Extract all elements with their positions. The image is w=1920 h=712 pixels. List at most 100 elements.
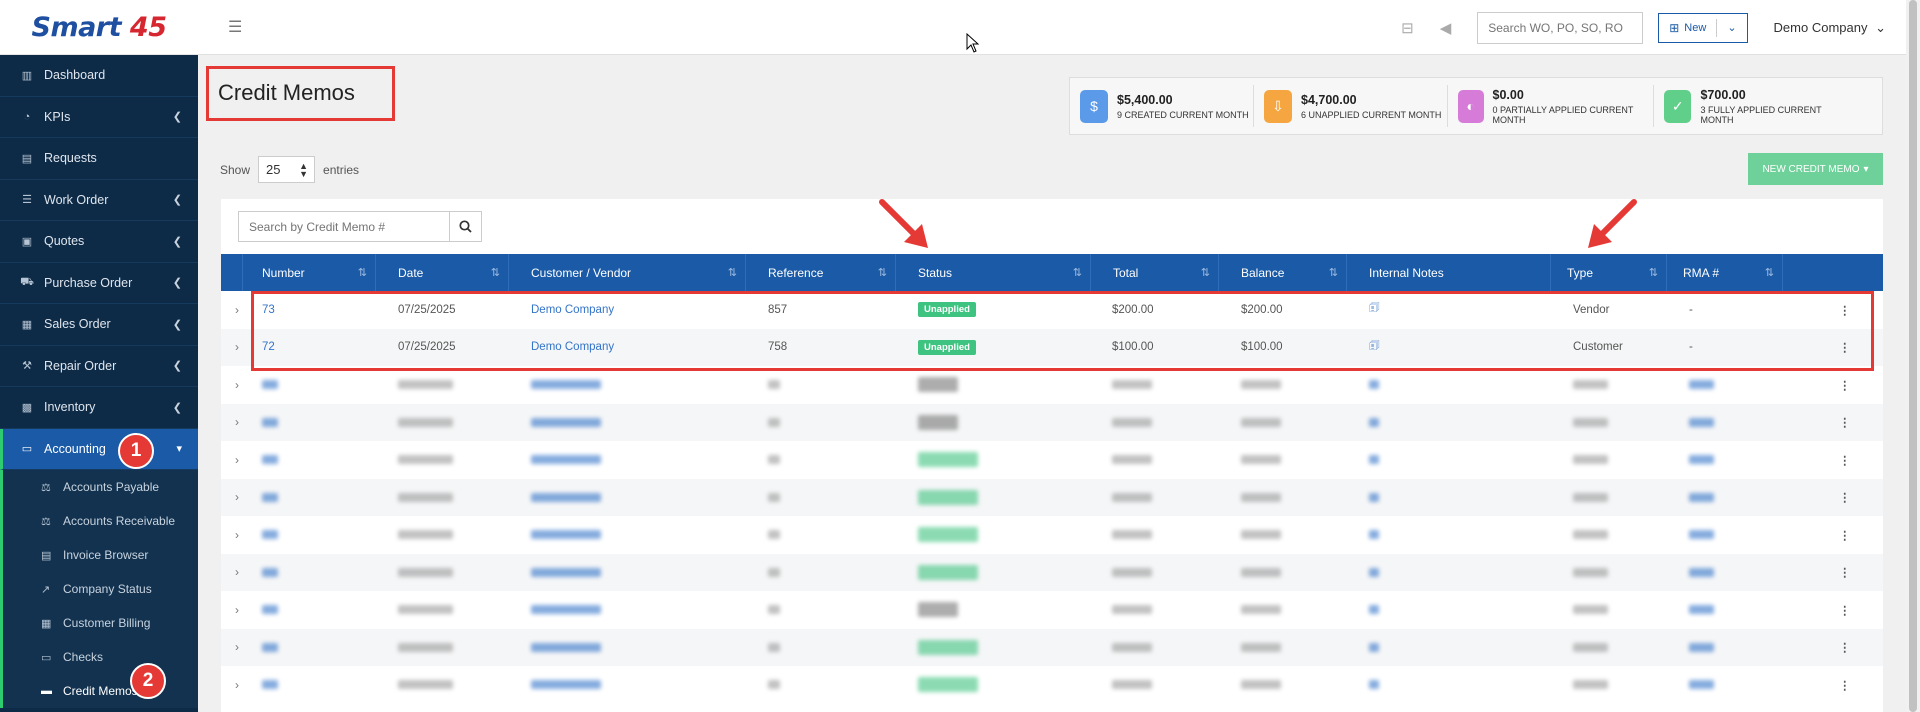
accounting-submenu: ⚖ Accounts Payable ⚖ Accounts Receivable ▤… xyxy=(0,470,198,708)
chevron-left-icon: ❮ xyxy=(172,194,182,207)
topbar: ☰ ⊟ ◀ ⊞ New ⌄ Demo Company ⌄ xyxy=(198,0,1906,55)
new-credit-memo-button[interactable]: NEW CREDIT MEMO ▾ xyxy=(1748,153,1883,185)
chevron-left-icon: ❮ xyxy=(172,111,182,124)
sidebar-item-inventory[interactable]: ▩ Inventory ❮ xyxy=(0,387,198,429)
cart-icon: ⛟ xyxy=(20,275,34,288)
row-actions-icon[interactable]: ⋮ xyxy=(1839,666,1851,704)
sidebar-item-quotes[interactable]: ▣ Quotes ❮ xyxy=(0,221,198,263)
sidebar-item-sales-order[interactable]: ▦ Sales Order ❮ xyxy=(0,304,198,346)
chevron-left-icon: ❮ xyxy=(172,360,182,373)
sidebar: Smart 45 ▥ Dashboard ◔ KPIs ❮ ▤ Requests ☰ Wo… xyxy=(0,0,198,712)
sidebar-item-accounting[interactable]: ▭ Accounting ▾ xyxy=(0,428,198,470)
table-row-obscured[interactable]: › ⋮ xyxy=(221,478,1883,517)
column-customer-vendor[interactable]: Customer / Vendor ⇅ xyxy=(509,254,746,291)
grid-icon: ▦ xyxy=(41,617,52,630)
clipboard-icon: ▣ xyxy=(21,235,33,248)
expand-row-icon[interactable]: › xyxy=(235,441,239,479)
column-number[interactable]: Number ⇅ xyxy=(243,254,376,291)
expand-row-icon[interactable]: › xyxy=(235,554,239,592)
invoice-icon: ▤ xyxy=(41,549,52,562)
chevron-down-icon: ⌄ xyxy=(1727,22,1737,34)
expand-row-icon[interactable]: › xyxy=(235,516,239,554)
row-actions-icon[interactable]: ⋮ xyxy=(1839,366,1851,404)
sidebar-item-dashboard[interactable]: ▥ Dashboard xyxy=(0,55,198,97)
table-row-obscured[interactable]: › ⋮ xyxy=(221,441,1883,479)
column-balance[interactable]: Balance ⇅ xyxy=(1219,254,1347,291)
hamburger-menu-icon[interactable]: ☰ xyxy=(228,17,242,37)
trend-icon: ↗ xyxy=(41,583,51,596)
sidebar-item-purchase-order[interactable]: ⛟ Purchase Order ❮ xyxy=(0,263,198,304)
megaphone-icon[interactable]: ◀ xyxy=(1440,19,1452,37)
row-actions-icon[interactable]: ⋮ xyxy=(1839,629,1851,667)
expand-row-icon[interactable]: › xyxy=(235,291,239,329)
app-logo[interactable]: Smart 45 xyxy=(0,0,198,55)
expand-row-icon[interactable]: › xyxy=(235,479,239,517)
column-date[interactable]: Date ⇅ xyxy=(376,254,509,291)
global-search-input[interactable] xyxy=(1477,11,1644,44)
chevron-left-icon: ❮ xyxy=(172,401,182,414)
robot-icon[interactable]: ⊟ xyxy=(1401,19,1414,37)
expand-row-icon[interactable]: › xyxy=(235,366,239,404)
tools-icon: ⚒ xyxy=(22,360,32,373)
boxes-icon: ▩ xyxy=(21,401,33,414)
entries-select[interactable]: 25 ▲ ▼ xyxy=(258,156,316,183)
table-row-obscured[interactable]: › ⋮ xyxy=(221,366,1883,404)
expand-row-icon[interactable]: › xyxy=(235,404,239,442)
row-actions-icon[interactable]: ⋮ xyxy=(1839,441,1851,479)
table-row-obscured[interactable]: › ⋮ xyxy=(221,666,1883,704)
topbar-actions: ⊟ ◀ ⊞ New ⌄ Demo Company ⌄ xyxy=(1401,0,1886,55)
credit-memo-search-input[interactable] xyxy=(238,211,450,242)
new-dropdown-button[interactable]: ⊞ New ⌄ xyxy=(1658,12,1748,43)
annotation-highlight-title xyxy=(206,66,395,121)
sort-icon: ⇅ xyxy=(490,267,500,279)
sidebar-subitem-company-status[interactable]: ↗ Company Status xyxy=(3,572,198,606)
table-row-obscured[interactable]: › ⋮ xyxy=(221,591,1883,629)
table-row-obscured[interactable]: › ⋮ xyxy=(221,553,1883,592)
sidebar-subitem-accounts-receivable[interactable]: ⚖ Accounts Receivable xyxy=(3,504,198,538)
ledger-icon: ▭ xyxy=(21,443,33,456)
search-button[interactable] xyxy=(450,211,482,242)
table-row-obscured[interactable]: › ⋮ xyxy=(221,516,1883,554)
column-status[interactable]: Status ⇅ xyxy=(896,254,1091,291)
table-search xyxy=(238,211,482,242)
show-entries: Show 25 ▲ ▼ entries xyxy=(220,156,359,183)
chevron-down-icon: ⌄ xyxy=(1875,19,1886,35)
gauge-icon: ◔ xyxy=(23,110,31,123)
sidebar-item-repair-order[interactable]: ⚒ Repair Order ❮ xyxy=(0,346,198,387)
step-badge-2: 2 xyxy=(130,663,166,699)
row-actions-icon[interactable]: ⋮ xyxy=(1839,516,1851,554)
check-icon: ▭ xyxy=(41,651,52,664)
scrollbar-thumb[interactable] xyxy=(1909,0,1917,712)
expand-row-icon[interactable]: › xyxy=(235,666,239,704)
document-icon: ▤ xyxy=(21,152,33,165)
table-row-obscured[interactable]: › ⋮ xyxy=(221,403,1883,442)
sidebar-item-requests[interactable]: ▤ Requests xyxy=(0,138,198,180)
column-total[interactable]: Total ⇅ xyxy=(1091,254,1219,291)
sort-icon: ⇅ xyxy=(1200,267,1210,279)
stats-bar: $ $5,400.00 9 CREATED CURRENT MONTH ⇩ $4,… xyxy=(1069,77,1883,135)
row-actions-icon[interactable]: ⋮ xyxy=(1839,591,1851,629)
sidebar-item-kpis[interactable]: ◔ KPIs ❮ xyxy=(0,97,198,138)
list-icon: ☰ xyxy=(22,194,32,207)
row-actions-icon[interactable]: ⋮ xyxy=(1839,479,1851,517)
row-actions-icon[interactable]: ⋮ xyxy=(1839,404,1851,442)
table-row-obscured[interactable]: › ⋮ xyxy=(221,628,1883,667)
row-actions-icon[interactable]: ⋮ xyxy=(1839,554,1851,592)
stat-fully-applied: ✓ $700.00 3 FULLY APPLIED CURRENT MONTH xyxy=(1654,85,1854,127)
sidebar-subitem-credit-memos[interactable]: ▬ Credit Memos xyxy=(3,674,198,708)
sort-icon: ⇅ xyxy=(1328,267,1338,279)
vertical-scrollbar[interactable] xyxy=(1906,0,1920,712)
company-switcher[interactable]: Demo Company ⌄ xyxy=(1774,20,1886,36)
expand-row-icon[interactable]: › xyxy=(235,629,239,667)
expand-row-icon[interactable]: › xyxy=(235,591,239,629)
column-rma[interactable]: RMA # ⇅ xyxy=(1667,254,1783,291)
column-reference[interactable]: Reference ⇅ xyxy=(746,254,896,291)
sidebar-subitem-invoice-browser[interactable]: ▤ Invoice Browser xyxy=(3,538,198,572)
sidebar-item-work-order[interactable]: ☰ Work Order ❮ xyxy=(0,180,198,221)
sidebar-subitem-accounts-payable[interactable]: ⚖ Accounts Payable xyxy=(3,470,198,504)
sidebar-subitem-customer-billing[interactable]: ▦ Customer Billing xyxy=(3,606,198,640)
plus-square-icon: ⊞ xyxy=(1669,20,1680,35)
expand-row-icon[interactable]: › xyxy=(235,329,239,367)
sidebar-subitem-checks[interactable]: ▭ Checks xyxy=(3,640,198,674)
column-type[interactable]: Type ⇅ xyxy=(1551,254,1667,291)
